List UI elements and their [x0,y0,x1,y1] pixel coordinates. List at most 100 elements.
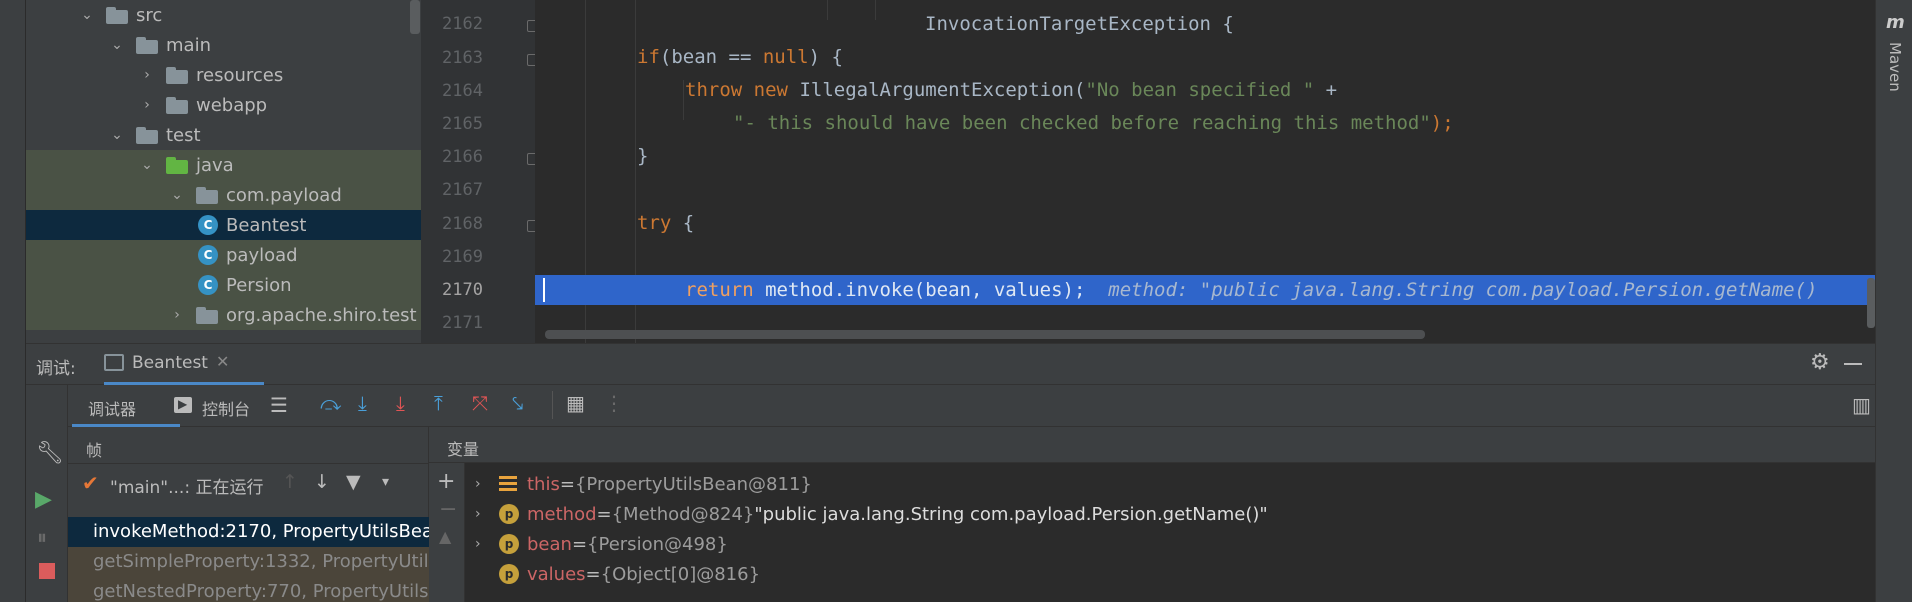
left-tool-strip [0,0,26,602]
web-folder-icon [166,96,188,114]
maven-tool-button[interactable]: Maven [1886,42,1904,92]
line-number: 2171 [442,313,483,333]
package-icon [196,306,218,324]
chevron-down-icon[interactable]: ▾ [382,474,389,490]
tab-debugger-label: 调试器 [88,400,137,419]
line-number: 2169 [442,247,483,267]
thread-selector[interactable]: ✔ "main"...: 正在运行 ↑ ↓ ▼ ▾ [68,464,429,502]
pause-icon[interactable]: ⏸︎ [37,525,47,549]
variable-row-bean[interactable]: › p bean = {Persion@498} [475,529,728,559]
close-icon[interactable]: ✕ [216,352,229,371]
tree-item-persion[interactable]: C Persion [26,270,421,300]
code-line-2163: if(bean == null) { [637,46,843,68]
tree-item-com-payload[interactable]: ⌄ com.payload [26,180,421,210]
variable-row-method[interactable]: › p method = {Method@824} "public java.l… [475,499,1268,529]
arrow-up-icon[interactable]: ↑ [282,471,298,493]
frame-row[interactable]: getNestedProperty:770, PropertyUtilsB [68,577,429,602]
code-line-2165: "- this should have been checked before … [733,112,1454,134]
tree-item-beantest[interactable]: C Beantest [26,210,421,240]
line-number: 2165 [442,114,483,134]
tree-item-src[interactable]: ⌄ src [26,0,421,30]
tree-item-org-apache-shiro-test[interactable]: › org.apache.shiro.test [26,300,421,330]
tab-debugger[interactable]: 调试器 [72,385,180,427]
stop-icon[interactable] [39,563,55,579]
evaluate-expression-icon[interactable]: ▦ [566,391,585,415]
folder-icon [106,6,128,24]
step-over-icon[interactable]: ⤼ [320,391,341,415]
text-caret [543,278,545,302]
field-list-icon [499,476,517,492]
package-icon [196,186,218,204]
chevron-right-icon[interactable]: › [475,536,489,552]
resources-folder-icon [166,66,188,84]
tab-console-label: 控制台 [202,400,251,419]
arrow-down-icon[interactable]: ↓ [314,471,330,493]
variable-row-values[interactable]: p values = {Object[0]@816} [499,559,760,589]
editor-horizontal-scrollbar[interactable] [545,330,1425,339]
remove-icon[interactable]: − [439,497,457,522]
parameter-icon: p [499,564,519,584]
layout-icon[interactable]: ☰ [270,393,288,417]
tree-item-resources[interactable]: › resources [26,60,421,90]
chevron-right-icon[interactable]: › [475,506,489,522]
move-up-icon[interactable]: ▲ [439,527,451,546]
frame-row[interactable]: getSimpleProperty:1332, PropertyUtils [68,547,429,577]
class-icon: C [198,245,218,265]
wrench-icon[interactable]: 🔧︎ [36,441,64,466]
tree-item-java[interactable]: ⌄ java [26,150,421,180]
step-into-icon[interactable]: ⤓ [358,391,367,415]
tree-item-main[interactable]: ⌄ main [26,30,421,60]
drop-frame-icon[interactable]: ⤧ [472,391,488,415]
right-tool-strip: m Maven [1875,0,1912,602]
gear-icon[interactable]: ⚙ [1810,350,1830,375]
run-to-cursor-icon[interactable]: ⤥ [512,391,523,415]
debug-toolbar: ⟳ 调试器 ▶ 控制台 ☰ ⤼ ⤓ ⤓ ⤒ ⤧ ⤥ ▦ ⋮ ▥ [26,385,1875,427]
chevron-right-icon[interactable]: › [140,98,154,112]
restore-layout-icon[interactable]: ▥ [1852,393,1871,417]
line-number: 2168 [442,214,483,234]
folder-icon [136,126,158,144]
chevron-right-icon[interactable]: › [140,68,154,82]
maven-icon: m [1886,12,1905,33]
frame-row[interactable]: invokeMethod:2170, PropertyUtilsBean [68,517,429,547]
code-line-2170: return method.invoke(bean, values); meth… [685,279,1818,301]
line-number: 2162 [442,14,483,34]
tree-item-test[interactable]: ⌄ test [26,120,421,150]
class-icon: C [198,215,218,235]
tab-console[interactable]: ▶ 控制台 [174,385,284,427]
editor-gutter: 2162 2163 2164 2165 2166 2167 2168 2169 … [421,0,535,343]
variable-row-this[interactable]: › this = {PropertyUtilsBean@811} [475,469,812,499]
chevron-down-icon[interactable]: ⌄ [170,188,184,202]
line-number: 2164 [442,81,483,101]
variables-header: 变量 [447,440,480,459]
step-out-icon[interactable]: ⤒ [434,391,443,415]
tree-item-payload[interactable]: Cpayload [26,240,421,270]
debug-label: 调试: [36,359,76,379]
minimize-icon[interactable] [1844,363,1862,365]
session-tab-label: Beantest [132,353,208,373]
debug-side-toolbar: 🔧︎ ▶ ⏸︎ [26,385,68,602]
tree-item-webapp[interactable]: › webapp [26,90,421,120]
chevron-down-icon[interactable]: ⌄ [110,128,124,142]
add-icon[interactable]: + [437,469,455,494]
code-line-2166: } [637,145,649,167]
trace-stream-icon[interactable]: ⋮ [604,391,624,415]
filter-icon[interactable]: ▼ [346,471,361,493]
chevron-down-icon[interactable]: ⌄ [80,8,94,22]
frames-header: 帧 [86,441,103,460]
indent-guide [827,0,828,20]
variables-side-toolbar: + − ▲ [429,463,465,602]
tree-scrollbar[interactable] [410,0,420,34]
editor-vertical-scrollbar[interactable] [1867,278,1875,328]
chevron-right-icon[interactable]: › [170,308,184,322]
debug-session-icon [104,354,124,371]
checkmark-icon: ✔ [82,471,99,495]
resume-icon[interactable]: ▶ [35,487,52,512]
folder-icon [136,36,158,54]
chevron-down-icon[interactable]: ⌄ [110,38,124,52]
force-step-into-icon[interactable]: ⤓ [396,391,405,415]
chevron-down-icon[interactable]: ⌄ [140,158,154,172]
chevron-right-icon[interactable]: › [475,476,489,492]
test-source-folder-icon [166,156,188,174]
session-tab-beantest[interactable]: Beantest ✕ [104,344,264,385]
